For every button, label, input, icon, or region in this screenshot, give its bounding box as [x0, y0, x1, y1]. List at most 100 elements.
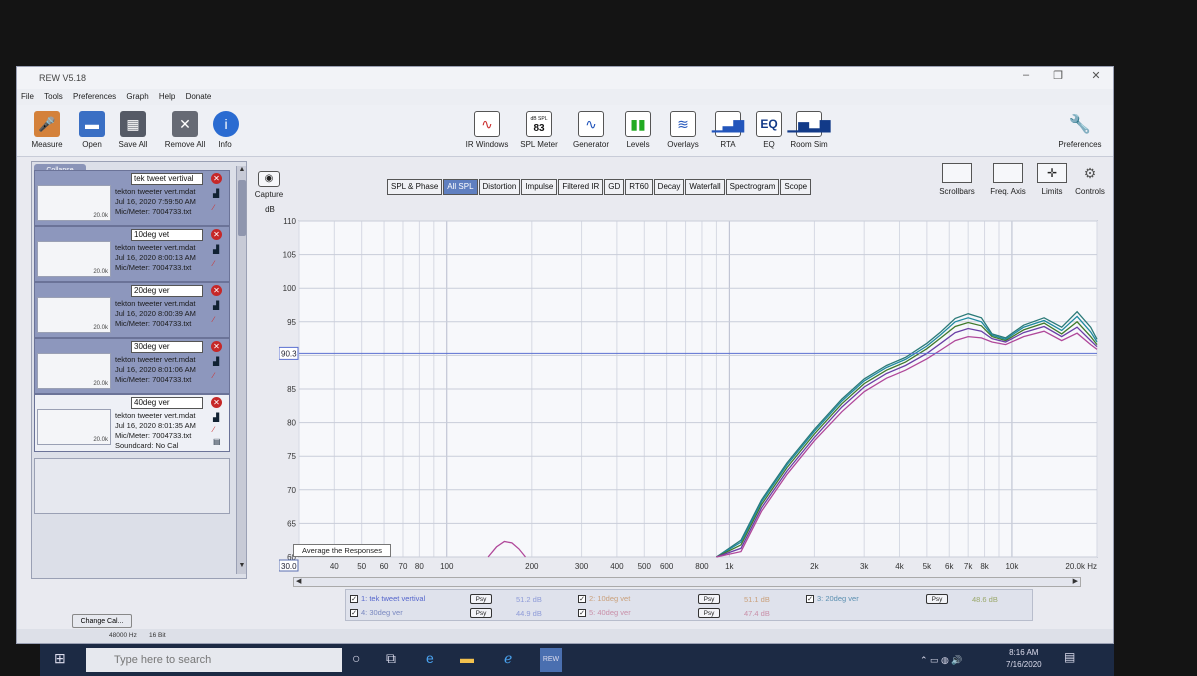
legend-item-5[interactable]: ✓ 5: 40deg ver	[578, 608, 631, 618]
edge-icon[interactable]: e	[426, 650, 434, 666]
task-view-icon[interactable]: ⧉	[386, 650, 396, 667]
generator-button[interactable]: ∿ Generator	[570, 111, 612, 149]
tab-rt60[interactable]: RT60	[625, 179, 653, 195]
delete-icon[interactable]: ✕	[211, 397, 222, 408]
notifications-icon[interactable]: ▤	[1064, 650, 1075, 664]
delete-icon[interactable]: ✕	[211, 173, 222, 184]
preferences-button[interactable]: 🔧 Preferences	[1055, 111, 1105, 150]
tab-distortion[interactable]: Distortion	[478, 179, 521, 195]
edit-icon[interactable]: ∕	[213, 425, 223, 434]
average-responses-button[interactable]: Average the Responses	[293, 544, 391, 557]
measurement-item-5[interactable]: 20.0k 40deg ver ✕ tekton tweeter vert.md…	[34, 394, 230, 452]
psy-button[interactable]: Psy	[698, 608, 720, 618]
menu-preferences[interactable]: Preferences	[69, 89, 120, 104]
limits-button[interactable]: ✛ Limits	[1035, 163, 1069, 196]
checkbox-icon[interactable]: ✓	[806, 595, 814, 604]
tab-spectrogram[interactable]: Spectrogram	[725, 179, 780, 195]
edit-icon[interactable]: ∕	[213, 259, 223, 268]
scrollbars-button[interactable]: Scrollbars	[933, 163, 981, 196]
change-cal-button[interactable]: Change Cal...	[72, 614, 132, 628]
menu-tools[interactable]: Tools	[40, 89, 67, 104]
file-explorer-icon[interactable]: ▬	[460, 650, 474, 666]
taskbar-search-input[interactable]: Type here to search	[86, 648, 342, 672]
tab-spl-phase[interactable]: SPL & Phase	[387, 179, 443, 195]
measurement-name-field[interactable]: 30deg ver	[131, 341, 203, 353]
freq-axis-button[interactable]: Freq. Axis	[985, 163, 1031, 196]
delete-icon[interactable]: ✕	[211, 341, 222, 352]
windows-start-icon[interactable]: ⊞	[54, 650, 66, 667]
checkbox-icon[interactable]: ✓	[350, 609, 358, 618]
rew-taskbar-icon[interactable]: REW	[540, 648, 562, 672]
menu-donate[interactable]: Donate	[182, 89, 216, 104]
measurement-name-field[interactable]: 20deg ver	[131, 285, 203, 297]
rta-button[interactable]: ▁▃▆ RTA	[712, 111, 744, 149]
tab-impulse[interactable]: Impulse	[521, 179, 558, 195]
taskbar-clock[interactable]: 8:16 AM 7/16/2020	[1006, 647, 1042, 671]
checkbox-icon[interactable]: ✓	[578, 595, 586, 604]
measurement-item-3[interactable]: 20.0k 20deg ver ✕ tekton tweeter vert.md…	[34, 282, 230, 338]
scroll-up-icon[interactable]: ▲	[238, 166, 246, 176]
tab-decay[interactable]: Decay	[653, 179, 685, 195]
legend-item-3[interactable]: ✓ 3: 20deg ver	[806, 594, 859, 604]
eq-button[interactable]: EQ EQ	[755, 111, 783, 149]
ir-windows-button[interactable]: ∿ IR Windows	[463, 111, 511, 149]
psy-button[interactable]: Psy	[926, 594, 948, 604]
legend-item-2[interactable]: ✓ 2: 10deg vet	[578, 594, 630, 604]
measurement-item-4[interactable]: 20.0k 30deg ver ✕ tekton tweeter vert.md…	[34, 338, 230, 394]
scroll-left-icon[interactable]: ◀	[296, 577, 301, 585]
scroll-down-icon[interactable]: ▼	[238, 562, 246, 572]
psy-button[interactable]: Psy	[698, 594, 720, 604]
delete-icon[interactable]: ✕	[211, 229, 222, 240]
x-min-field[interactable]: 30.0	[281, 562, 297, 571]
system-tray-icons[interactable]: ⌃ ▭ ◍ 🔊	[920, 655, 963, 666]
menu-help[interactable]: Help	[155, 89, 179, 104]
tab-waterfall[interactable]: Waterfall	[685, 179, 725, 195]
capture-button[interactable]: ◉ Capture	[251, 171, 287, 199]
info-button[interactable]: i Info	[213, 111, 239, 149]
psy-button[interactable]: Psy	[470, 594, 492, 604]
legend-item-4[interactable]: ✓ 4: 30deg ver	[350, 608, 403, 618]
tab-all-spl[interactable]: All SPL	[443, 179, 478, 195]
chart-icon[interactable]: ▟	[213, 301, 223, 310]
edit-icon[interactable]: ∕	[213, 371, 223, 380]
chart-icon[interactable]: ▟	[213, 189, 223, 198]
measure-button[interactable]: 🎤 Measure	[27, 111, 67, 149]
measurement-item-2[interactable]: 20.0k 10deg vet ✕ tekton tweeter vert.md…	[34, 226, 230, 282]
controls-button[interactable]: ⚙ Controls	[1071, 163, 1109, 196]
delete-icon[interactable]: ✕	[211, 285, 222, 296]
overlays-button[interactable]: ≋ Overlays	[662, 111, 704, 149]
tab-gd[interactable]: GD	[604, 179, 625, 195]
room-sim-button[interactable]: ▁▅▂▆ Room Sim	[787, 111, 831, 149]
measurement-name-field[interactable]: tek tweet vertival	[131, 173, 203, 185]
tab-filtered-ir[interactable]: Filtered IR	[558, 179, 604, 195]
maximize-button[interactable]: ❐	[1047, 69, 1069, 85]
notes-icon[interactable]: ▤	[213, 437, 223, 446]
scroll-right-icon[interactable]: ▶	[1073, 577, 1078, 585]
checkbox-icon[interactable]: ✓	[350, 595, 358, 604]
panel-scrollbar[interactable]: ▲ ▼	[236, 166, 246, 574]
save-all-button[interactable]: ▦ Save All	[115, 111, 151, 149]
cortana-icon[interactable]: ○	[352, 650, 360, 666]
remove-all-button[interactable]: ✕ Remove All	[161, 111, 209, 149]
menu-file[interactable]: File	[17, 89, 38, 104]
spl-meter-button[interactable]: dB SPL 83 SPL Meter	[519, 111, 559, 149]
checkbox-icon[interactable]: ✓	[578, 609, 586, 618]
legend-item-1[interactable]: ✓ 1: tek tweet vertival	[350, 594, 425, 604]
spl-graph[interactable]: 1101051009590858075706560 40506070801002…	[279, 215, 1099, 575]
ie-icon[interactable]: ℯ	[504, 650, 512, 667]
scroll-thumb[interactable]	[238, 180, 246, 236]
minimize-button[interactable]: –	[1015, 69, 1037, 85]
chart-icon[interactable]: ▟	[213, 413, 223, 422]
edit-icon[interactable]: ∕	[213, 203, 223, 212]
measurement-name-field[interactable]: 40deg ver	[131, 397, 203, 409]
measurement-name-field[interactable]: 10deg vet	[131, 229, 203, 241]
tab-scope[interactable]: Scope	[780, 179, 812, 195]
menu-graph[interactable]: Graph	[122, 89, 152, 104]
psy-button[interactable]: Psy	[470, 608, 492, 618]
close-button[interactable]: ✕	[1085, 69, 1107, 85]
open-button[interactable]: ▬ Open	[77, 111, 107, 149]
chart-icon[interactable]: ▟	[213, 245, 223, 254]
horizontal-scrollbar[interactable]: ◀ ▶	[293, 577, 1081, 587]
levels-button[interactable]: ▮▮ Levels	[621, 111, 655, 149]
edit-icon[interactable]: ∕	[213, 315, 223, 324]
